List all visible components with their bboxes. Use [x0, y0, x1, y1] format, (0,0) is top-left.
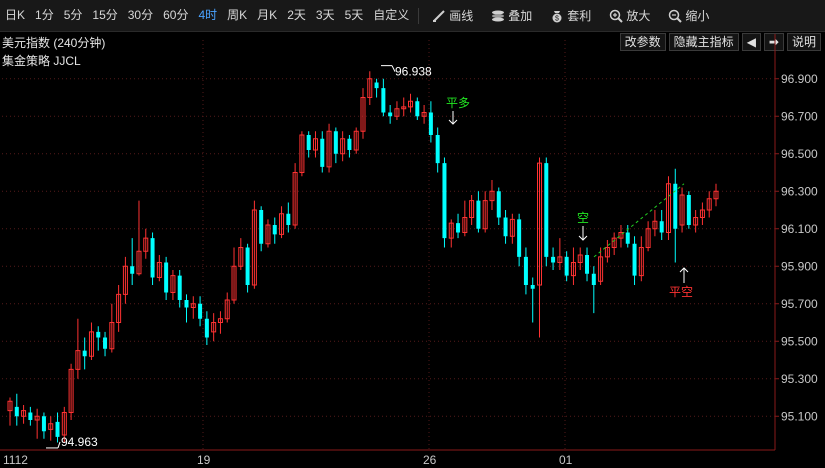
candle-body — [347, 138, 352, 150]
candle-body — [523, 256, 528, 285]
candle-body — [14, 406, 19, 417]
candle-body — [517, 219, 522, 257]
min-price-label: 94.963 — [61, 435, 98, 449]
candle-body — [198, 303, 203, 319]
candle-body — [103, 337, 108, 349]
y-tick-label: 95.700 — [781, 297, 818, 311]
candle-body — [476, 200, 481, 229]
signal-close-short-label: 平空 — [669, 285, 693, 299]
signal-close-long-label: 平多 — [446, 96, 470, 110]
candle-body — [551, 256, 556, 263]
candle-body — [184, 300, 189, 308]
candle-body — [286, 213, 291, 225]
y-tick-label: 96.500 — [781, 147, 818, 161]
candle-body — [564, 256, 569, 276]
candle-body — [496, 191, 501, 218]
candle-body — [320, 138, 325, 167]
candle-body — [659, 221, 664, 233]
candle-body — [55, 421, 60, 437]
x-tick-label: 01 — [559, 453, 573, 467]
candle-body — [503, 217, 508, 237]
candle-body — [41, 416, 46, 432]
candle-body — [388, 112, 393, 117]
y-tick-label: 96.700 — [781, 109, 818, 123]
y-tick-label: 96.900 — [781, 72, 818, 86]
candle-body — [164, 262, 169, 293]
y-tick-label: 96.100 — [781, 222, 818, 236]
candle-body — [435, 135, 440, 164]
candle-body — [686, 195, 691, 225]
candle-body — [415, 101, 420, 117]
candle-body — [245, 247, 250, 285]
candle-body — [591, 273, 596, 285]
candle-body — [381, 88, 386, 113]
candle-body — [544, 163, 549, 257]
candle-body — [28, 412, 33, 420]
candle-body — [456, 223, 461, 233]
x-tick-label: 19 — [197, 453, 211, 467]
candle-body — [374, 82, 379, 89]
candle-body — [306, 135, 311, 150]
candle-body — [96, 331, 101, 338]
candle-body — [259, 210, 264, 244]
candle-body — [625, 232, 630, 244]
x-tick-label: 26 — [423, 453, 437, 467]
candle-body — [530, 285, 535, 289]
max-price-label: 96.938 — [395, 65, 432, 79]
candle-body — [177, 275, 182, 300]
min-marker-line — [57, 441, 61, 449]
candle-body — [204, 318, 209, 338]
signal-short-label: 空 — [577, 211, 589, 225]
y-tick-label: 96.300 — [781, 184, 818, 198]
candle-body — [333, 131, 338, 154]
candle-body — [632, 243, 637, 276]
x-tick-label: 1112 — [3, 453, 28, 467]
y-tick-label: 95.500 — [781, 334, 818, 348]
y-tick-label: 95.900 — [781, 259, 818, 273]
candle-body — [82, 350, 87, 357]
candle-body — [150, 238, 155, 278]
y-tick-label: 95.100 — [781, 409, 818, 423]
candle-body — [428, 112, 433, 135]
candle-body — [585, 255, 590, 274]
candlestick-chart[interactable]: 96.900 96.700 96.500 96.300 96.100 95.900 95.7… — [0, 0, 825, 468]
candle-body — [442, 163, 447, 239]
candle-body — [272, 225, 277, 235]
y-tick-label: 95.300 — [781, 372, 818, 386]
candle-body — [130, 266, 135, 274]
